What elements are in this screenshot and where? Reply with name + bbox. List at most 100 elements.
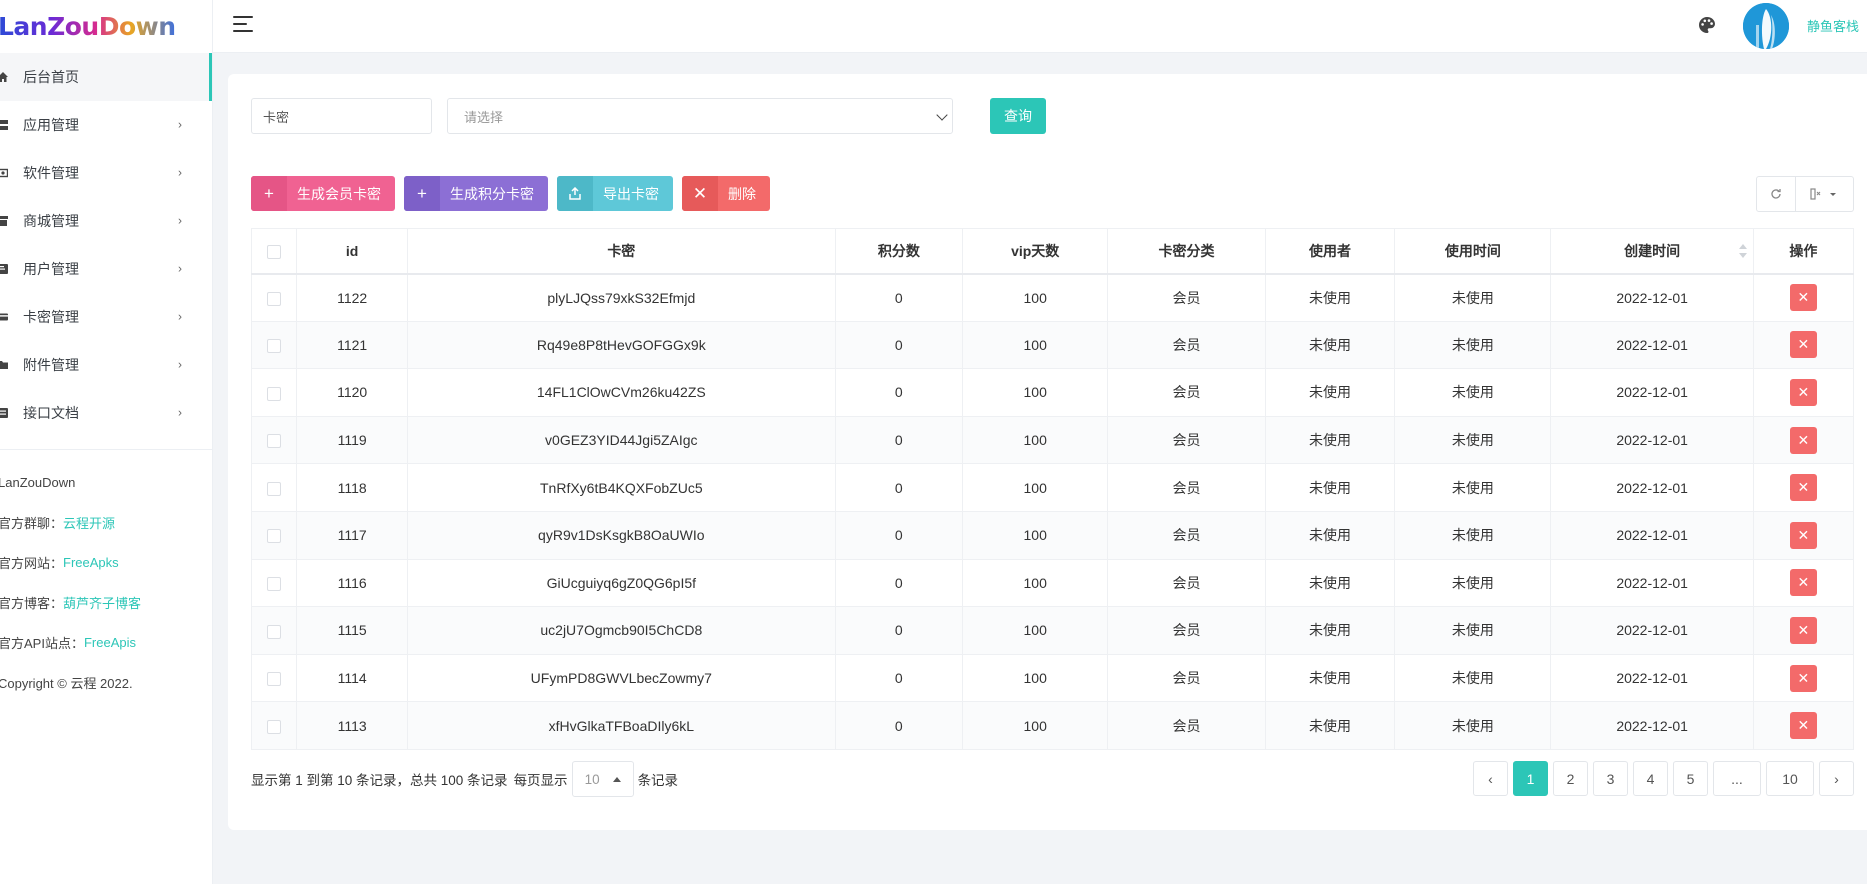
row-checkbox[interactable] — [267, 434, 282, 449]
cell-card-key: GiUcguiyq6gZ0QG6pI5f — [407, 558, 836, 608]
per-page-label: 每页显示 — [513, 773, 568, 788]
sidebar-item-shop[interactable]: 商城管理 › — [0, 197, 212, 245]
card-key-table: id 卡密 积分数 vip天数 卡密分类 使用者 使用时间 创建时间 操作 11… — [250, 228, 1855, 750]
info-site-link[interactable]: FreeApks — [63, 555, 119, 570]
col-category[interactable]: 卡密分类 — [1107, 228, 1266, 275]
logo[interactable]: LanZouDown — [0, 0, 212, 53]
cell-used-time: 未使用 — [1394, 415, 1552, 465]
row-delete-button[interactable]: ✕ — [1789, 712, 1817, 740]
col-id[interactable]: id — [296, 228, 409, 275]
col-vip-days[interactable]: vip天数 — [962, 228, 1109, 275]
table-header-row: id 卡密 积分数 vip天数 卡密分类 使用者 使用时间 创建时间 操作 — [250, 228, 1855, 275]
info-api-link[interactable]: FreeApis — [84, 635, 136, 650]
cell-points: 0 — [834, 606, 964, 655]
info-blog-link[interactable]: 葫芦齐子博客 — [63, 593, 141, 612]
menu-toggle-icon[interactable] — [233, 16, 253, 34]
col-points[interactable]: 积分数 — [834, 228, 964, 275]
username[interactable]: 静鱼客栈 — [1807, 16, 1859, 35]
row-delete-button[interactable]: ✕ — [1789, 569, 1817, 597]
col-used-time[interactable]: 使用时间 — [1394, 228, 1552, 275]
category-select[interactable]: 请选择 — [447, 98, 953, 134]
generate-member-card-button[interactable]: + 生成会员卡密 — [251, 176, 395, 211]
cell-vip-days: 100 — [962, 510, 1109, 560]
delete-button[interactable]: ✕ 删除 — [682, 176, 770, 211]
row-delete-button[interactable]: ✕ — [1789, 378, 1817, 406]
cell-points: 0 — [834, 510, 964, 560]
sidebar-item-label: 用户管理 — [23, 261, 79, 277]
export-button[interactable]: 导出卡密 — [557, 176, 673, 211]
sidebar-item-folder[interactable]: 附件管理 › — [0, 341, 212, 389]
row-delete-button[interactable]: ✕ — [1789, 474, 1817, 502]
cell-category: 会员 — [1107, 463, 1266, 512]
row-checkbox[interactable] — [267, 481, 282, 496]
sidebar-item-user[interactable]: 用户管理 › — [0, 245, 212, 293]
sidebar-item-app[interactable]: 应用管理 › — [0, 101, 212, 149]
cell-category: 会员 — [1107, 415, 1266, 465]
pagination-prev-button[interactable]: ‹ — [1473, 761, 1508, 796]
sidebar-divider — [0, 449, 212, 450]
software-icon — [0, 167, 8, 179]
row-delete-button[interactable]: ✕ — [1789, 331, 1817, 359]
info-group-link[interactable]: 云程开源 — [63, 513, 115, 532]
pagination-next-button[interactable]: › — [1819, 761, 1854, 796]
sidebar-item-home[interactable]: 后台首页 — [0, 53, 212, 101]
row-delete-button[interactable]: ✕ — [1789, 521, 1817, 549]
pagination-page[interactable]: 1 — [1513, 761, 1548, 796]
sidebar-item-card[interactable]: 卡密管理 › — [0, 293, 212, 341]
row-checkbox[interactable] — [267, 529, 282, 544]
row-select-cell — [250, 606, 298, 655]
pagination-page[interactable]: 10 — [1766, 761, 1814, 796]
cell-actions: ✕ — [1752, 701, 1855, 750]
row-checkbox[interactable] — [267, 291, 282, 306]
columns-toggle-icon[interactable] — [1796, 176, 1854, 212]
row-delete-button[interactable]: ✕ — [1789, 616, 1817, 644]
cell-vip-days: 100 — [962, 701, 1109, 750]
pagination-page[interactable]: 5 — [1673, 761, 1708, 796]
refresh-icon[interactable] — [1756, 176, 1796, 212]
col-created-time[interactable]: 创建时间 — [1550, 228, 1754, 275]
query-button[interactable]: 查询 — [990, 98, 1046, 134]
sidebar: LanZouDown 后台首页 应用管理 › 软件管理 › 商城管理 › 用户管理 › 卡密管理 ›… — [0, 0, 213, 884]
cell-id: 1122 — [296, 273, 409, 322]
row-checkbox[interactable] — [267, 339, 282, 354]
pagination-page[interactable]: 4 — [1633, 761, 1668, 796]
cell-user: 未使用 — [1264, 463, 1396, 512]
logo-text: LanZouDown — [0, 12, 176, 41]
caret-up-icon — [612, 777, 621, 782]
row-delete-button[interactable]: ✕ — [1789, 426, 1817, 454]
pagination-page[interactable]: 2 — [1553, 761, 1588, 796]
row-checkbox[interactable] — [267, 672, 282, 687]
cell-points: 0 — [834, 320, 964, 370]
cell-points: 0 — [834, 463, 964, 512]
card-key-search-input[interactable]: 卡密 — [251, 98, 432, 134]
pagination-ellipsis[interactable]: ... — [1713, 761, 1761, 796]
info-group: 官方群聊： 云程开源 — [0, 502, 212, 542]
table-row: 1115 uc2jU7Ogmcb90I5ChCD8 0 100 会员 未使用 未使用 2022… — [250, 606, 1855, 655]
row-delete-button[interactable]: ✕ — [1789, 284, 1817, 312]
col-user[interactable]: 使用者 — [1264, 228, 1396, 275]
sidebar-item-doc[interactable]: 接口文档 › — [0, 389, 212, 437]
cell-id: 1121 — [296, 320, 409, 370]
row-checkbox[interactable] — [267, 624, 282, 639]
info-blog: 官方博客： 葫芦齐子博客 — [0, 582, 212, 622]
row-checkbox[interactable] — [267, 577, 282, 591]
row-checkbox[interactable] — [267, 719, 282, 734]
sidebar-item-software[interactable]: 软件管理 › — [0, 149, 212, 197]
cell-actions: ✕ — [1752, 368, 1855, 417]
cell-used-time: 未使用 — [1394, 701, 1552, 750]
generate-points-card-button[interactable]: + 生成积分卡密 — [404, 176, 548, 211]
row-checkbox[interactable] — [267, 386, 282, 401]
chevron-right-icon: › — [178, 405, 182, 420]
per-page-select[interactable]: 10 — [571, 761, 634, 797]
avatar[interactable] — [1743, 3, 1789, 49]
col-card-key[interactable]: 卡密 — [407, 228, 836, 275]
info-site-label: 官方网站： — [0, 555, 64, 571]
select-all-checkbox[interactable] — [267, 244, 282, 259]
row-select-cell — [250, 701, 298, 750]
row-delete-button[interactable]: ✕ — [1789, 664, 1817, 692]
pagination-page[interactable]: 3 — [1593, 761, 1628, 796]
palette-icon[interactable] — [1697, 15, 1717, 35]
cell-card-key: plyLJQss79xkS32Efmjd — [407, 273, 836, 322]
cell-created-time: 2022-12-01 — [1550, 558, 1754, 608]
table-row: 1113 xfHvGlkaTFBoaDIly6kL 0 100 会员 未使用 未使用 2022… — [250, 701, 1855, 750]
